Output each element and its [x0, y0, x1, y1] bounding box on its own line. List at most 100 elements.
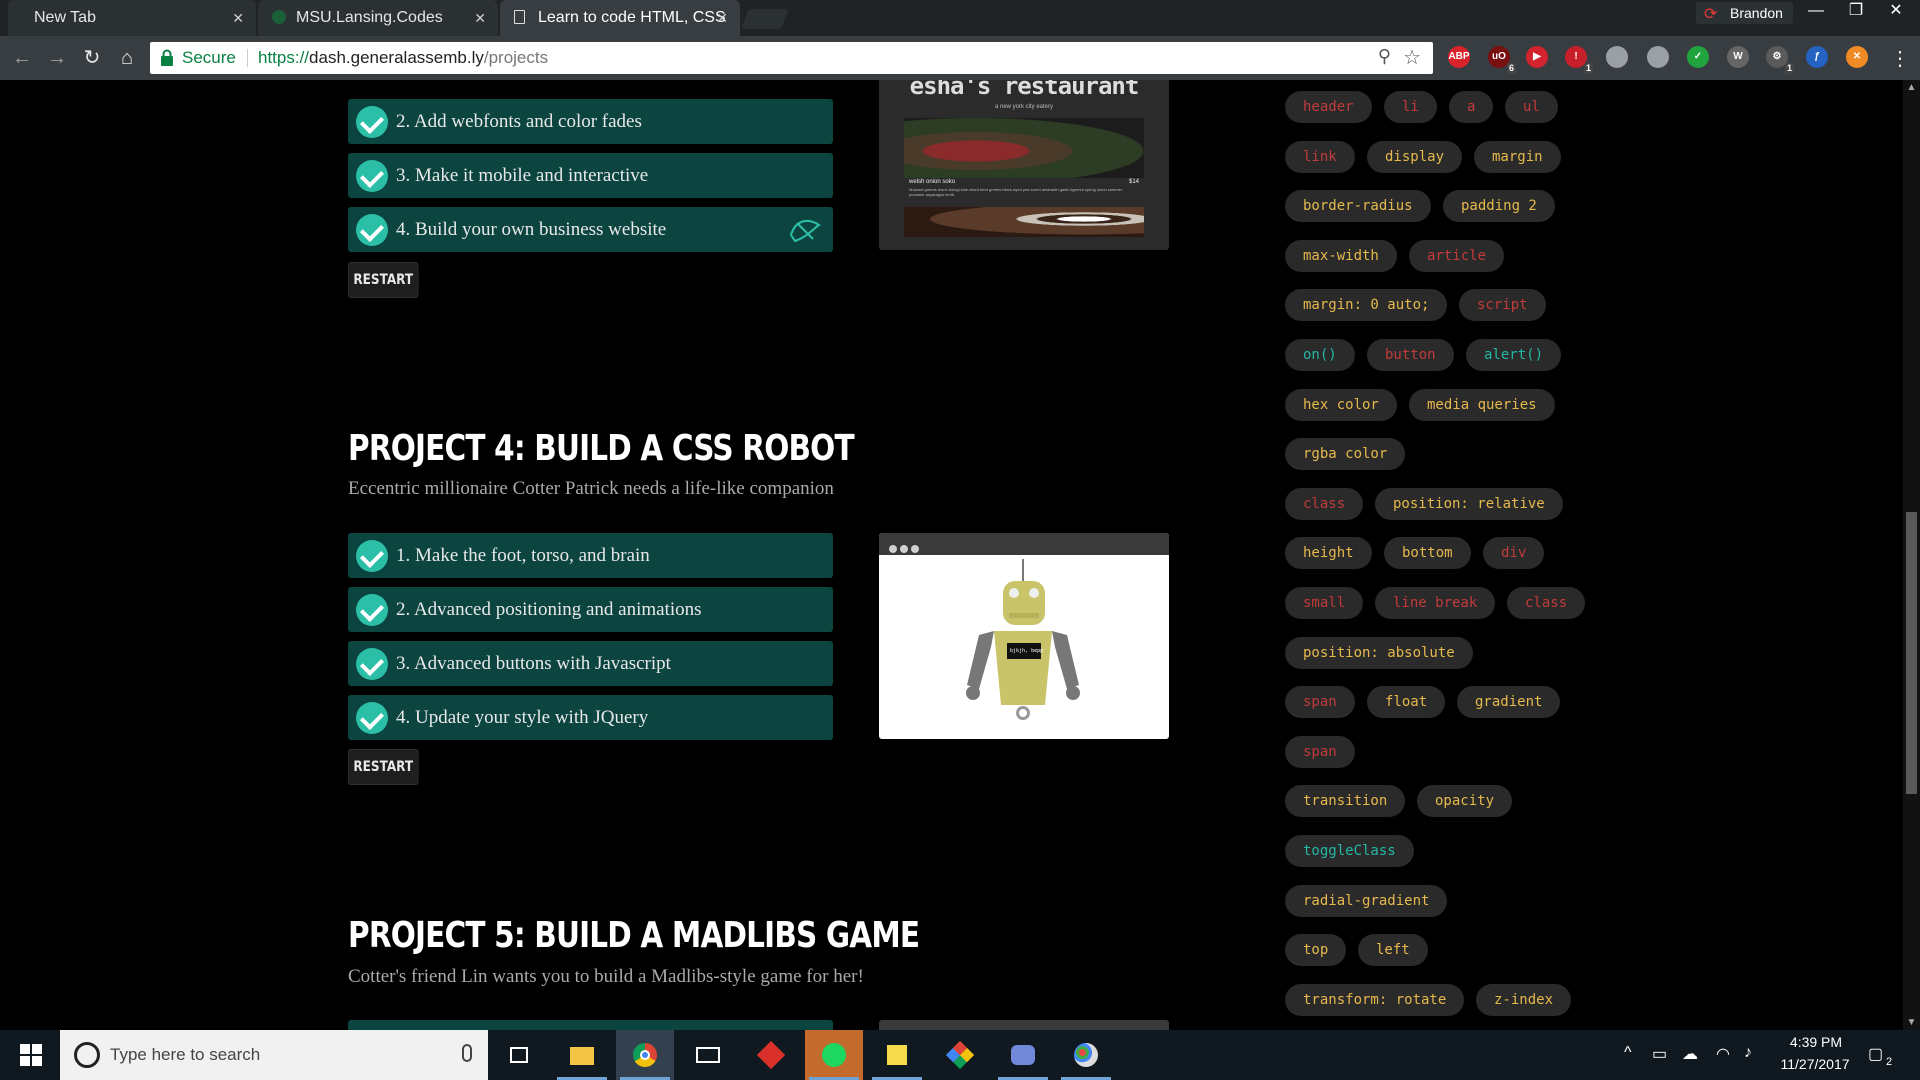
project4-step-3[interactable]: 3. Advanced buttons with Javascript — [348, 641, 833, 686]
concept-tag[interactable]: div — [1483, 537, 1545, 570]
ext-blue-icon[interactable]: ƒ — [1806, 46, 1828, 68]
tab-msu-lansing-codes[interactable]: MSU.Lansing.Codes ✕ — [258, 0, 498, 36]
url-text[interactable]: https://dash.generalassemb.ly/projects — [258, 42, 548, 74]
paint-app-icon[interactable] — [1057, 1030, 1115, 1080]
address-bar[interactable]: Secure https://dash.generalassemb.ly/pro… — [150, 42, 1433, 74]
clock-time[interactable]: 4:39 PM — [1776, 1034, 1856, 1050]
tray-chevron-icon[interactable]: ^ — [1624, 1044, 1632, 1062]
grammarly-check-icon[interactable]: ✓ — [1687, 46, 1709, 68]
home-icon[interactable]: ⌂ — [115, 46, 139, 70]
project4-step-2[interactable]: 2. Advanced positioning and animations — [348, 587, 833, 632]
concept-tag[interactable]: li — [1384, 91, 1437, 123]
concept-tag[interactable]: line break — [1375, 587, 1496, 619]
chrome-menu-icon[interactable]: ⋮ — [1890, 46, 1910, 71]
windows-start-icon[interactable] — [0, 1030, 60, 1080]
microphone-icon[interactable] — [462, 1044, 472, 1062]
page-scrollbar[interactable]: ▲ ▼ — [1903, 80, 1920, 1030]
tab-learn-to-code[interactable]: Learn to code HTML, CSS ✕ — [500, 0, 740, 36]
extension-gray2-icon[interactable] — [1647, 46, 1669, 68]
tab-new-tab[interactable]: New Tab ✕ — [8, 0, 256, 36]
concept-tag[interactable]: toggleClass — [1285, 835, 1414, 867]
concept-tag[interactable]: a — [1449, 91, 1494, 123]
project3-restart-button[interactable]: RESTART — [348, 262, 419, 298]
wifi-icon[interactable]: ◠ — [1716, 1044, 1730, 1064]
project3-step-4[interactable]: 4. Build your own business website — [348, 207, 833, 252]
concept-tag[interactable]: rgba color — [1285, 438, 1406, 471]
profile-button[interactable]: ⟳ Brandon — [1696, 2, 1793, 24]
battery-icon[interactable]: ▭ — [1652, 1044, 1667, 1064]
project4-step-4[interactable]: 4. Update your style with JQuery — [348, 695, 833, 740]
file-explorer-icon[interactable] — [553, 1030, 611, 1080]
forward-arrow-icon[interactable]: → — [45, 46, 69, 70]
concept-tag[interactable]: border-radius — [1285, 190, 1431, 223]
concept-tag[interactable]: top — [1285, 934, 1347, 967]
scroll-down-icon[interactable]: ▼ — [1903, 1017, 1920, 1028]
mail-icon[interactable] — [679, 1030, 737, 1080]
concept-tag[interactable]: transition — [1285, 785, 1406, 818]
concept-tag[interactable]: padding 2 — [1443, 190, 1555, 223]
ublock-icon[interactable]: uO 6 — [1488, 46, 1516, 74]
sticky-notes-icon[interactable] — [868, 1030, 926, 1080]
concept-tag[interactable]: left — [1358, 934, 1428, 967]
restore-window-icon[interactable]: ❐ — [1836, 0, 1876, 24]
concept-tag[interactable]: script — [1459, 289, 1546, 322]
pocket-icon[interactable]: ▶ — [1526, 46, 1548, 68]
concept-tag[interactable]: header — [1285, 91, 1372, 123]
concept-tag[interactable]: position: relative — [1375, 487, 1563, 520]
project3-step-3[interactable]: 3. Make it mobile and interactive — [348, 153, 833, 198]
concept-tag[interactable]: max-width — [1285, 239, 1397, 272]
concept-tag[interactable]: hex color — [1285, 388, 1397, 421]
concept-tag[interactable]: small — [1285, 587, 1364, 619]
project3-step-2[interactable]: 2. Add webfonts and color fades — [348, 99, 833, 144]
zoom-icon[interactable]: ⚲ — [1378, 46, 1391, 67]
concept-tag[interactable]: margin: 0 auto; — [1285, 289, 1448, 322]
concept-tag[interactable]: media queries — [1409, 388, 1555, 421]
concept-tag[interactable]: height — [1285, 537, 1372, 570]
concept-tag[interactable]: class — [1285, 487, 1364, 520]
lastpass-icon[interactable]: ! 1 — [1565, 46, 1593, 74]
close-tab-icon[interactable]: ✕ — [474, 0, 486, 36]
discord-icon[interactable] — [994, 1030, 1052, 1080]
git-app-icon[interactable] — [742, 1030, 800, 1080]
spotify-icon[interactable] — [805, 1030, 863, 1080]
back-arrow-icon[interactable]: ← — [10, 46, 34, 70]
concept-tag[interactable]: opacity — [1417, 785, 1513, 818]
gitkraken-icon[interactable] — [931, 1030, 989, 1080]
reload-icon[interactable]: ↻ — [80, 46, 104, 70]
concept-tag[interactable]: bottom — [1384, 537, 1471, 570]
project4-restart-button[interactable]: RESTART — [348, 749, 419, 785]
ext-red-badge-icon[interactable]: ⚙ 1 — [1766, 46, 1794, 74]
concept-tag[interactable]: float — [1367, 686, 1446, 719]
concept-tag[interactable]: display — [1367, 140, 1463, 173]
concept-tag[interactable]: position: absolute — [1285, 636, 1473, 669]
concept-tag[interactable]: transform: rotate — [1285, 983, 1465, 1016]
project4-step-1[interactable]: 1. Make the foot, torso, and brain — [348, 533, 833, 578]
concept-tag[interactable]: z-index — [1476, 983, 1572, 1016]
project5-preview[interactable] — [879, 1020, 1169, 1030]
close-tab-icon[interactable]: ✕ — [716, 0, 728, 36]
bookmark-star-icon[interactable]: ☆ — [1403, 45, 1421, 70]
taskbar-search-box[interactable]: Type here to search — [60, 1030, 488, 1080]
close-tab-icon[interactable]: ✕ — [232, 0, 244, 36]
concept-tag[interactable]: class — [1507, 587, 1586, 619]
new-tab-button[interactable] — [741, 9, 789, 29]
scroll-up-icon[interactable]: ▲ — [1903, 82, 1920, 93]
task-view-icon[interactable] — [490, 1030, 548, 1080]
concept-tag[interactable]: button — [1367, 339, 1454, 371]
close-window-icon[interactable]: ✕ — [1876, 0, 1916, 24]
concept-tag[interactable]: on() — [1285, 339, 1355, 371]
chrome-taskbar-icon[interactable] — [616, 1030, 674, 1080]
concept-tag[interactable]: gradient — [1457, 686, 1561, 719]
clock-date[interactable]: 11/27/2017 — [1770, 1056, 1860, 1072]
concept-tag[interactable]: article — [1409, 239, 1505, 272]
concept-tag[interactable]: span — [1285, 686, 1355, 719]
adblock-plus-icon[interactable]: ABP — [1448, 46, 1470, 68]
minimize-window-icon[interactable]: — — [1796, 0, 1836, 24]
concept-tag[interactable]: ul — [1505, 91, 1558, 123]
project3-preview[interactable]: esha's restaurant a new york city eatery… — [879, 80, 1169, 250]
onedrive-icon[interactable]: ☁ — [1682, 1044, 1698, 1064]
wikipedia-icon[interactable]: W — [1727, 46, 1749, 68]
concept-tag[interactable]: alert() — [1466, 339, 1562, 371]
action-center-icon[interactable]: ▢ — [1868, 1044, 1883, 1064]
volume-icon[interactable]: ♪ — [1744, 1044, 1752, 1062]
